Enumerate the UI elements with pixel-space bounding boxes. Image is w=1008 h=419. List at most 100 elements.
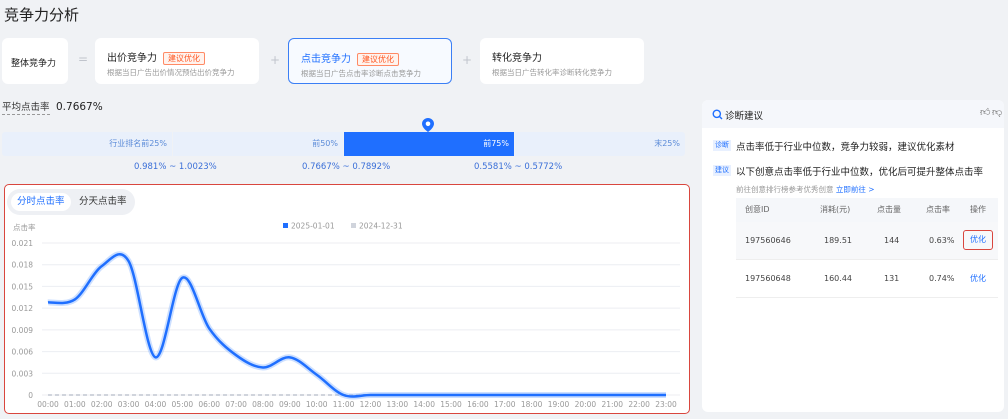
- x-tick-label: 00:00: [37, 400, 59, 409]
- percentile-segment-top75: 前75%: [344, 132, 514, 156]
- series-line-glow: [47, 251, 667, 400]
- legend-marker: [283, 223, 288, 228]
- x-tick-label: 06:00: [198, 400, 220, 409]
- card-desc: 根据当日广告转化率诊断转化竞争力: [492, 68, 612, 77]
- y-axis-label: 点击率: [13, 222, 36, 232]
- x-tick-label: 22:00: [628, 400, 650, 409]
- tab-hourly-ctr[interactable]: 分时点击率: [11, 193, 71, 211]
- x-tick-label: 20:00: [575, 400, 597, 409]
- suggest-optimize-badge: 建议优化: [357, 53, 399, 66]
- x-tick-label: 13:00: [386, 400, 408, 409]
- col-header-action: 操作: [970, 205, 986, 214]
- card-title: 出价竞争力: [107, 53, 157, 64]
- diagnosis-tag: 诊断: [713, 140, 731, 151]
- diagnosis-panel: 诊断建议 👍︎ 👎︎ 诊断 点击率低于行业中位数，竞争力较弱，建议优化素材 建议…: [702, 100, 1004, 412]
- x-tick-label: 03:00: [118, 400, 140, 409]
- suggestion-text: 以下创意点击率低于行业中位数，优化后可提升整体点击率: [736, 167, 984, 178]
- legend-marker: [351, 223, 356, 228]
- plus-icon: +: [270, 53, 281, 67]
- x-tick-label: 05:00: [172, 400, 194, 409]
- equals-icon: =: [78, 52, 89, 66]
- x-tick-label: 14:00: [413, 400, 435, 409]
- sub-line: 前往创意排行榜参考优秀创意 立即前往 >: [736, 184, 875, 195]
- tab-daily-ctr[interactable]: 分天点击率: [73, 193, 133, 211]
- col-header-cost: 消耗(元): [820, 205, 851, 214]
- x-tick-label: 17:00: [494, 400, 516, 409]
- x-tick-label: 19:00: [548, 400, 570, 409]
- series-line-current: [47, 253, 667, 398]
- diagnosis-icon: [712, 109, 723, 120]
- diagnosis-text: 点击率低于行业中位数，竞争力较弱，建议优化素材: [736, 142, 955, 153]
- creative-id: 197560648: [745, 274, 791, 283]
- card-desc: 根据当日广告出价情况预估出价竞争力: [107, 68, 235, 77]
- percentile-range: 0.981% ~ 1.0023%: [134, 162, 217, 172]
- cost: 189.51: [824, 236, 852, 245]
- optimize-link[interactable]: 优化: [963, 230, 993, 250]
- x-tick-label: 02:00: [91, 400, 113, 409]
- ctr-line-chart: 点击率 0 0.003 0.006 0.009 0.012 0.015 0.018 0.021 0…: [12, 222, 680, 409]
- col-header-id: 创意ID: [745, 205, 770, 214]
- col-header-clicks: 点击量: [877, 205, 901, 214]
- x-tick-label: 21:00: [601, 400, 623, 409]
- y-tick-label: 0.009: [12, 326, 34, 335]
- card-desc: 根据当日广告点击率诊断点击竞争力: [301, 69, 421, 78]
- ctr: 0.63%: [929, 236, 955, 245]
- creative-id: 197560646: [745, 236, 791, 245]
- x-tick-label: 08:00: [252, 400, 274, 409]
- chart-panel: 分时点击率 分天点击率 点击率 0 0.003 0.006 0.009 0.012 0.01…: [4, 184, 690, 414]
- conversion-competitiveness-card[interactable]: 转化竞争力 根据当日广告转化率诊断转化竞争力: [480, 38, 644, 84]
- cost: 160.44: [824, 274, 852, 283]
- ctr: 0.74%: [929, 274, 955, 283]
- suggest-optimize-badge: 建议优化: [163, 52, 205, 65]
- percentile-range: 0.7667% ~ 0.7892%: [302, 162, 391, 172]
- card-title: 转化竞争力: [492, 53, 542, 64]
- x-tick-label: 16:00: [467, 400, 489, 409]
- x-tick-label: 01:00: [64, 400, 86, 409]
- go-now-link[interactable]: 立即前往 >: [836, 185, 875, 194]
- thumbs-up-icon[interactable]: 👍︎: [980, 106, 990, 118]
- table-header: 创意ID 消耗(元) 点击量 点击率 操作: [736, 198, 998, 222]
- avg-ctr-value: 0.7667%: [56, 101, 103, 113]
- y-tick-label: 0.018: [12, 261, 34, 270]
- thumbs-down-icon[interactable]: 👎︎: [992, 106, 1002, 118]
- x-tick-label: 10:00: [306, 400, 328, 409]
- sub-text: 前往创意排行榜参考优秀创意: [736, 185, 834, 194]
- percentile-segment-bottom25: 末25%: [515, 132, 685, 156]
- y-tick-label: 0.006: [12, 348, 34, 357]
- avg-ctr-label: 平均点击率: [2, 102, 50, 115]
- x-tick-label: 11:00: [333, 400, 355, 409]
- y-tick-label: 0.021: [12, 239, 34, 248]
- card-title: 点击竞争力: [301, 54, 351, 65]
- percentile-segment-top50: 前50%: [173, 132, 343, 156]
- clicks: 144: [884, 236, 900, 245]
- percentile-range: 0.5581% ~ 0.5772%: [474, 162, 563, 172]
- overall-label: 整体竞争力: [11, 59, 57, 69]
- location-pin-icon: [422, 118, 434, 132]
- legend-label: 2024-12-31: [359, 222, 403, 231]
- x-tick-label: 18:00: [521, 400, 543, 409]
- overall-card: 整体竞争力: [2, 38, 68, 84]
- clicks: 131: [884, 274, 900, 283]
- table-row: 197560648 160.44 131 0.74% 优化: [736, 260, 998, 298]
- y-tick-label: 0.012: [12, 304, 34, 313]
- diagnosis-title: 诊断建议: [725, 111, 764, 122]
- x-tick-label: 12:00: [360, 400, 382, 409]
- x-tick-label: 07:00: [225, 400, 247, 409]
- x-tick-label: 09:00: [279, 400, 301, 409]
- optimize-link[interactable]: 优化: [970, 260, 986, 298]
- col-header-ctr: 点击率: [926, 205, 950, 214]
- x-tick-label: 15:00: [440, 400, 462, 409]
- percentile-segment-top25: 行业排名前25%: [2, 132, 172, 156]
- y-tick-label: 0.003: [12, 369, 34, 378]
- page-title: 竞争力分析: [4, 6, 80, 24]
- x-tick-label: 04:00: [145, 400, 167, 409]
- legend-label: 2025-01-01: [291, 222, 335, 231]
- bid-competitiveness-card[interactable]: 出价竞争力 建议优化 根据当日广告出价情况预估出价竞争力: [95, 38, 259, 84]
- plus-icon: +: [462, 53, 473, 67]
- x-tick-label: 23:00: [655, 400, 677, 409]
- table-row: 197560646 189.51 144 0.63% 优化: [736, 222, 998, 260]
- y-tick-label: 0: [28, 391, 33, 400]
- suggestion-tag: 建议: [713, 165, 731, 176]
- click-competitiveness-card[interactable]: 点击竞争力 建议优化 根据当日广告点击率诊断点击竞争力: [288, 38, 452, 84]
- y-tick-label: 0.015: [12, 282, 34, 291]
